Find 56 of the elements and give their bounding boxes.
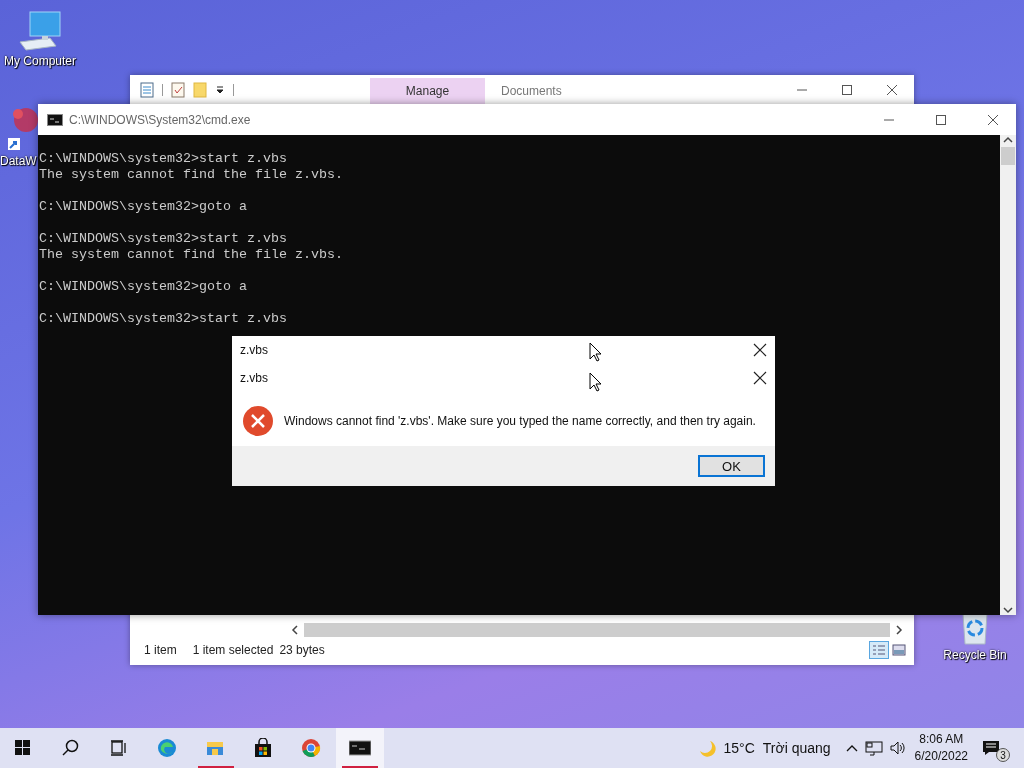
weather-condition[interactable]: Trời quang bbox=[762, 740, 831, 756]
computer-icon bbox=[16, 8, 64, 52]
network-icon[interactable] bbox=[864, 740, 883, 756]
error-icon bbox=[242, 405, 274, 437]
error-message: Windows cannot find 'z.vbs'. Make sure you typed the name correctly, and then try again. bbox=[284, 414, 756, 428]
console-line: C:\WINDOWS\system32>start z.vbs bbox=[39, 151, 288, 167]
folder-icon bbox=[193, 81, 207, 98]
edge-icon bbox=[157, 738, 179, 758]
status-text: 23 bytes bbox=[279, 643, 325, 657]
close-icon[interactable] bbox=[986, 113, 1000, 126]
scroll-up-icon[interactable] bbox=[1003, 135, 1013, 145]
console-line: C:\WINDOWS\system32>start z.vbs bbox=[39, 231, 288, 247]
ribbon-tab[interactable]: Documents bbox=[485, 78, 562, 104]
notification-icon[interactable] bbox=[982, 740, 1000, 756]
properties-icon bbox=[140, 81, 154, 98]
ok-button[interactable]: OK bbox=[698, 455, 765, 477]
desktop-icon-label[interactable]: DataW bbox=[0, 154, 37, 168]
speaker-icon[interactable] bbox=[888, 740, 907, 756]
chevron-up-icon[interactable] bbox=[844, 743, 859, 753]
dialog-title: z.vbs bbox=[240, 371, 268, 385]
moon-icon bbox=[697, 739, 716, 757]
temperature[interactable]: 15°C bbox=[723, 740, 755, 756]
dropdown-icon bbox=[215, 84, 225, 95]
status-text: 1 item bbox=[144, 643, 177, 657]
console-line: The system cannot find the file z.vbs. bbox=[39, 167, 344, 183]
close-icon[interactable] bbox=[884, 83, 899, 96]
checklist-icon bbox=[171, 81, 185, 98]
clock[interactable]: 8:06 AM 6/20/2022 bbox=[914, 728, 968, 768]
console-line: The system cannot find the file z.vbs. bbox=[39, 247, 344, 263]
scroll-left-icon[interactable] bbox=[290, 625, 300, 635]
notification-count: 3 bbox=[996, 748, 1010, 762]
desktop-icon-label[interactable]: My Computer bbox=[4, 54, 76, 68]
maximize-icon[interactable] bbox=[934, 113, 948, 126]
scrollbar-thumb[interactable] bbox=[304, 623, 890, 637]
status-text: 1 item selected bbox=[192, 643, 274, 657]
console-line: C:\WINDOWS\system32>start z.vbs bbox=[39, 311, 288, 327]
ribbon-tab[interactable]: Manage bbox=[370, 78, 485, 104]
console-icon bbox=[349, 738, 371, 758]
taskbar-button[interactable] bbox=[336, 728, 384, 768]
mouse-pointer-icon bbox=[589, 342, 602, 362]
maximize-icon[interactable] bbox=[839, 83, 854, 96]
scroll-down-icon[interactable] bbox=[1003, 605, 1013, 615]
mouse-pointer-icon bbox=[589, 372, 602, 392]
chrome-icon bbox=[301, 738, 323, 758]
console-line: C:\WINDOWS\system32>goto a bbox=[39, 199, 248, 215]
console-icon bbox=[47, 113, 63, 126]
clock-time: 8:06 AM bbox=[919, 731, 964, 748]
close-icon[interactable] bbox=[753, 343, 767, 357]
scroll-right-icon[interactable] bbox=[894, 625, 904, 635]
console-line: C:\WINDOWS\system32>goto a bbox=[39, 279, 248, 295]
large-icons-view-icon[interactable] bbox=[890, 642, 908, 658]
clock-date: 6/20/2022 bbox=[914, 748, 968, 765]
close-icon[interactable] bbox=[753, 371, 767, 385]
dialog-title: z.vbs bbox=[240, 343, 268, 357]
scrollbar-thumb[interactable] bbox=[1001, 147, 1015, 165]
window-title: C:\WINDOWS\System32\cmd.exe bbox=[69, 112, 252, 127]
